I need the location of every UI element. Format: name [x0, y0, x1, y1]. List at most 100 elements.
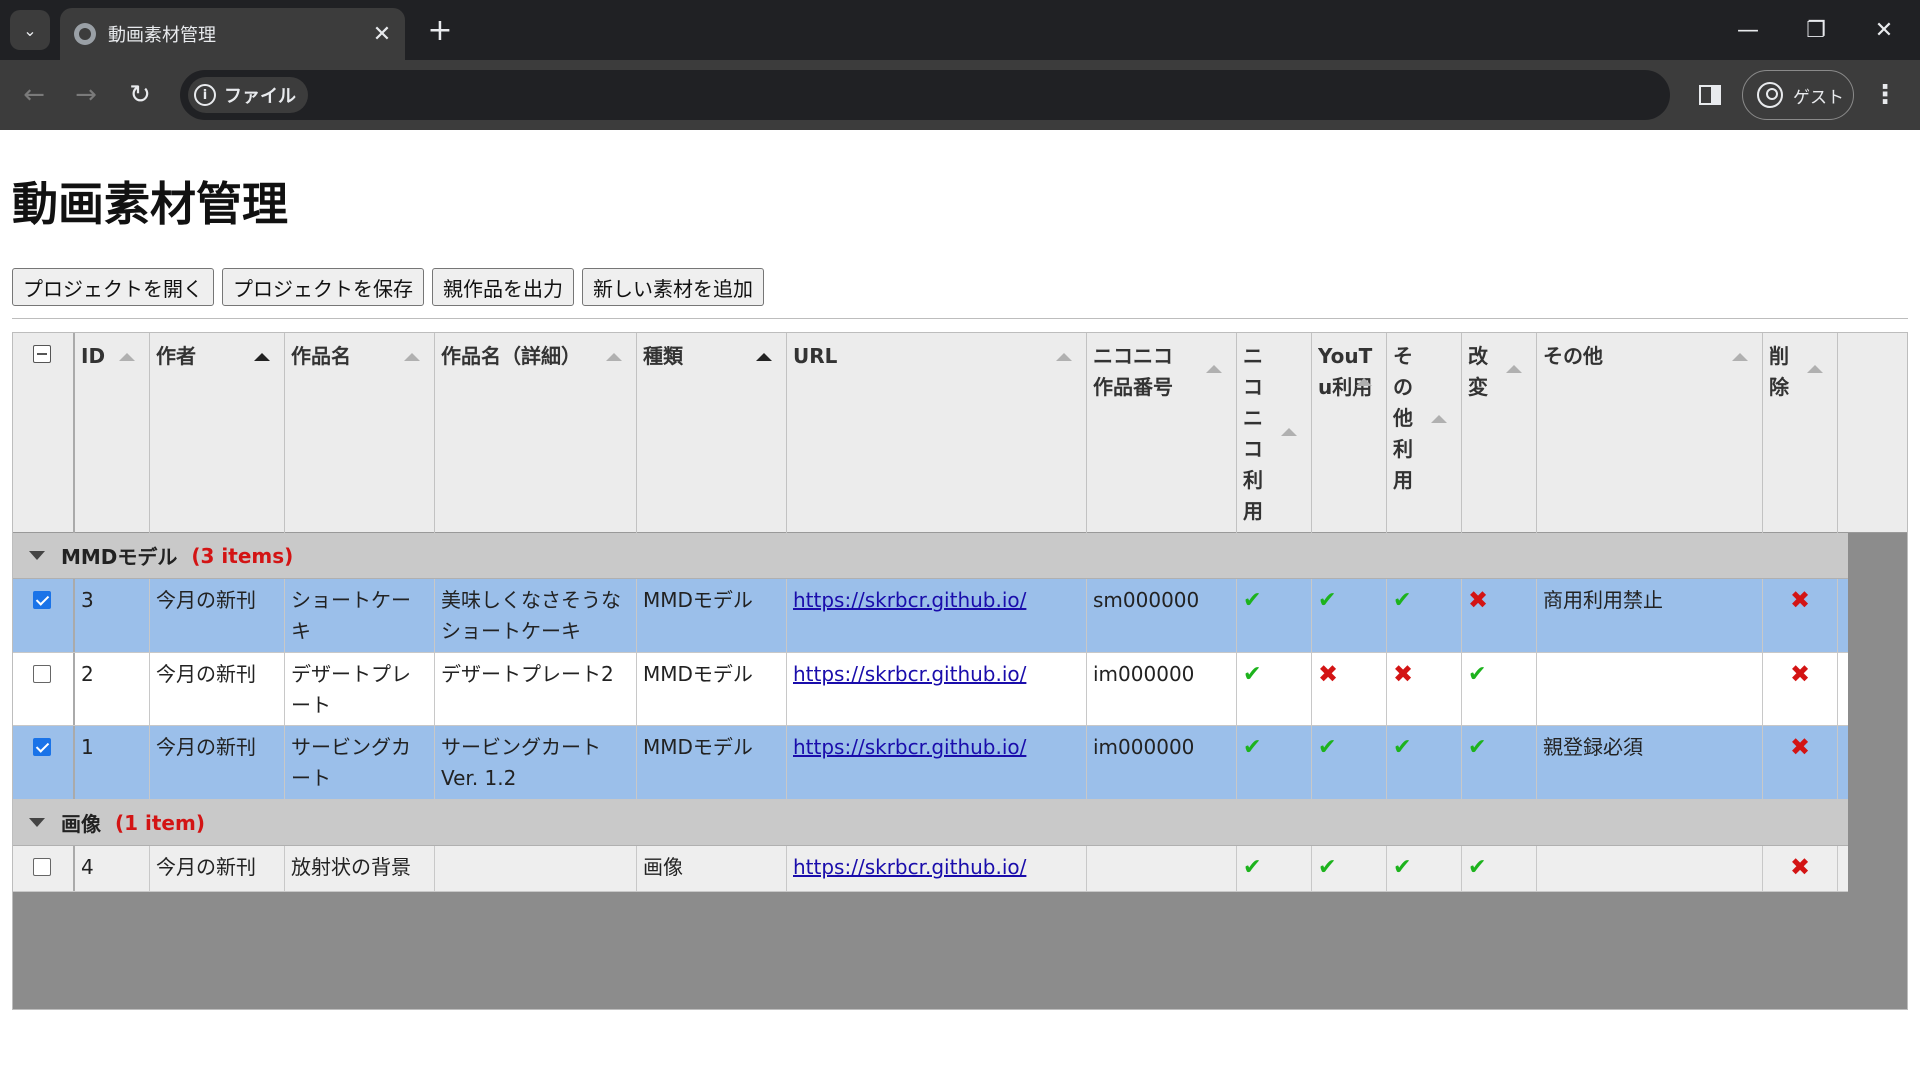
check-icon[interactable]: ✔ — [1387, 726, 1462, 799]
check-icon[interactable]: ✔ — [1387, 846, 1462, 891]
cross-icon[interactable]: ✖ — [1312, 653, 1387, 725]
cell-kind[interactable]: MMDモデル — [637, 726, 787, 799]
check-icon[interactable]: ✔ — [1462, 653, 1537, 725]
collapse-triangle-icon[interactable] — [29, 551, 45, 560]
select-all-checkbox[interactable] — [33, 345, 51, 363]
cell-nico-id[interactable] — [1087, 846, 1237, 891]
back-arrow-icon[interactable]: ← — [14, 75, 54, 115]
group-header[interactable]: 画像 (1 item) — [13, 800, 1848, 846]
check-icon[interactable]: ✔ — [1237, 653, 1312, 725]
export-parents-button[interactable]: 親作品を出力 — [432, 268, 574, 306]
table-row[interactable]: 2 今月の新刊 デザートプレート デザートプレート2 MMDモデル https:… — [13, 653, 1848, 726]
row-checkbox[interactable] — [33, 858, 51, 876]
cell-other[interactable] — [1537, 653, 1763, 725]
header-id[interactable]: ID — [75, 333, 150, 533]
cross-icon[interactable]: ✖ — [1462, 579, 1537, 652]
row-checkbox[interactable] — [33, 591, 51, 609]
address-bar[interactable]: i ファイル — [180, 70, 1670, 120]
check-icon[interactable]: ✔ — [1312, 579, 1387, 652]
cross-icon[interactable]: ✖ — [1387, 653, 1462, 725]
header-nico-id[interactable]: ニコニコ作品番号 — [1087, 333, 1237, 533]
delete-icon[interactable]: ✖ — [1763, 579, 1838, 652]
side-panel-icon[interactable] — [1690, 75, 1730, 115]
cell-work-detail[interactable] — [435, 846, 637, 891]
cell-kind[interactable]: 画像 — [637, 846, 787, 891]
cell-id[interactable]: 2 — [75, 653, 150, 725]
header-url[interactable]: URL — [787, 333, 1087, 533]
restore-icon[interactable]: ❐ — [1796, 10, 1836, 50]
close-icon[interactable]: ✕ — [367, 19, 397, 49]
header-delete[interactable]: 削除 — [1763, 333, 1838, 533]
row-select-cell — [13, 579, 75, 652]
row-checkbox[interactable] — [33, 665, 51, 683]
cell-nico-id[interactable]: sm000000 — [1087, 579, 1237, 652]
check-icon[interactable]: ✔ — [1312, 846, 1387, 891]
check-icon[interactable]: ✔ — [1462, 846, 1537, 891]
cell-kind[interactable]: MMDモデル — [637, 579, 787, 652]
table-row[interactable]: 1 今月の新刊 サービングカート サービングカート Ver. 1.2 MMDモデ… — [13, 726, 1848, 800]
url-link[interactable]: https://skrbcr.github.io/ — [793, 588, 1026, 612]
sort-arrow-icon — [254, 353, 270, 361]
site-info-chip[interactable]: i ファイル — [188, 77, 308, 113]
header-delete-label: 削除 — [1769, 344, 1789, 399]
cell-id[interactable]: 4 — [75, 846, 150, 891]
check-icon[interactable]: ✔ — [1387, 579, 1462, 652]
table-row[interactable]: 4 今月の新刊 放射状の背景 画像 https://skrbcr.github.… — [13, 846, 1848, 892]
cell-work-detail[interactable]: 美味しくなさそうなショートケーキ — [435, 579, 637, 652]
check-icon[interactable]: ✔ — [1462, 726, 1537, 799]
cell-other[interactable]: 親登録必須 — [1537, 726, 1763, 799]
new-tab-button[interactable]: + — [422, 12, 458, 48]
cell-work[interactable]: サービングカート — [285, 726, 435, 799]
cell-id[interactable]: 1 — [75, 726, 150, 799]
check-icon[interactable]: ✔ — [1237, 846, 1312, 891]
collapse-triangle-icon[interactable] — [29, 818, 45, 827]
cell-author[interactable]: 今月の新刊 — [150, 653, 285, 725]
cell-author[interactable]: 今月の新刊 — [150, 726, 285, 799]
profile-button[interactable]: ゲスト — [1742, 70, 1854, 120]
reload-icon[interactable]: ↻ — [120, 75, 160, 115]
cell-kind[interactable]: MMDモデル — [637, 653, 787, 725]
check-icon[interactable]: ✔ — [1312, 726, 1387, 799]
add-material-button[interactable]: 新しい素材を追加 — [582, 268, 764, 306]
cell-other[interactable] — [1537, 846, 1763, 891]
save-project-button[interactable]: プロジェクトを保存 — [222, 268, 424, 306]
open-project-button[interactable]: プロジェクトを開く — [12, 268, 214, 306]
cell-work[interactable]: ショートケーキ — [285, 579, 435, 652]
cell-other[interactable]: 商用利用禁止 — [1537, 579, 1763, 652]
cell-author[interactable]: 今月の新刊 — [150, 846, 285, 891]
minimize-icon[interactable]: — — [1728, 10, 1768, 50]
cell-work-detail[interactable]: デザートプレート2 — [435, 653, 637, 725]
window-close-icon[interactable]: ✕ — [1864, 10, 1904, 50]
delete-icon[interactable]: ✖ — [1763, 846, 1838, 891]
check-icon[interactable]: ✔ — [1237, 726, 1312, 799]
more-menu-icon[interactable]: ⋮ — [1870, 75, 1900, 115]
cell-work[interactable]: デザートプレート — [285, 653, 435, 725]
header-other[interactable]: その他 — [1537, 333, 1763, 533]
check-icon[interactable]: ✔ — [1237, 579, 1312, 652]
header-kind[interactable]: 種類 — [637, 333, 787, 533]
header-other-use[interactable]: その他利用 — [1387, 333, 1462, 533]
cell-work-detail[interactable]: サービングカート Ver. 1.2 — [435, 726, 637, 799]
delete-icon[interactable]: ✖ — [1763, 726, 1838, 799]
row-checkbox[interactable] — [33, 738, 51, 756]
header-nico-use[interactable]: ニコニコ利用 — [1237, 333, 1312, 533]
header-modify[interactable]: 改変 — [1462, 333, 1537, 533]
group-header[interactable]: MMDモデル (3 items) — [13, 533, 1848, 579]
cell-work[interactable]: 放射状の背景 — [285, 846, 435, 891]
header-yt-use[interactable]: YouTu利用 — [1312, 333, 1387, 533]
delete-icon[interactable]: ✖ — [1763, 653, 1838, 725]
header-author[interactable]: 作者 — [150, 333, 285, 533]
url-link[interactable]: https://skrbcr.github.io/ — [793, 662, 1026, 686]
header-work[interactable]: 作品名 — [285, 333, 435, 533]
url-link[interactable]: https://skrbcr.github.io/ — [793, 735, 1026, 759]
forward-arrow-icon[interactable]: → — [66, 75, 106, 115]
browser-tab[interactable]: 動画素材管理 ✕ — [60, 8, 405, 60]
tab-search-button[interactable]: ⌄ — [10, 10, 50, 50]
cell-nico-id[interactable]: im000000 — [1087, 653, 1237, 725]
cell-author[interactable]: 今月の新刊 — [150, 579, 285, 652]
url-link[interactable]: https://skrbcr.github.io/ — [793, 855, 1026, 879]
cell-id[interactable]: 3 — [75, 579, 150, 652]
table-row[interactable]: 3 今月の新刊 ショートケーキ 美味しくなさそうなショートケーキ MMDモデル … — [13, 579, 1848, 653]
cell-nico-id[interactable]: im000000 — [1087, 726, 1237, 799]
header-work-detail[interactable]: 作品名（詳細） — [435, 333, 637, 533]
